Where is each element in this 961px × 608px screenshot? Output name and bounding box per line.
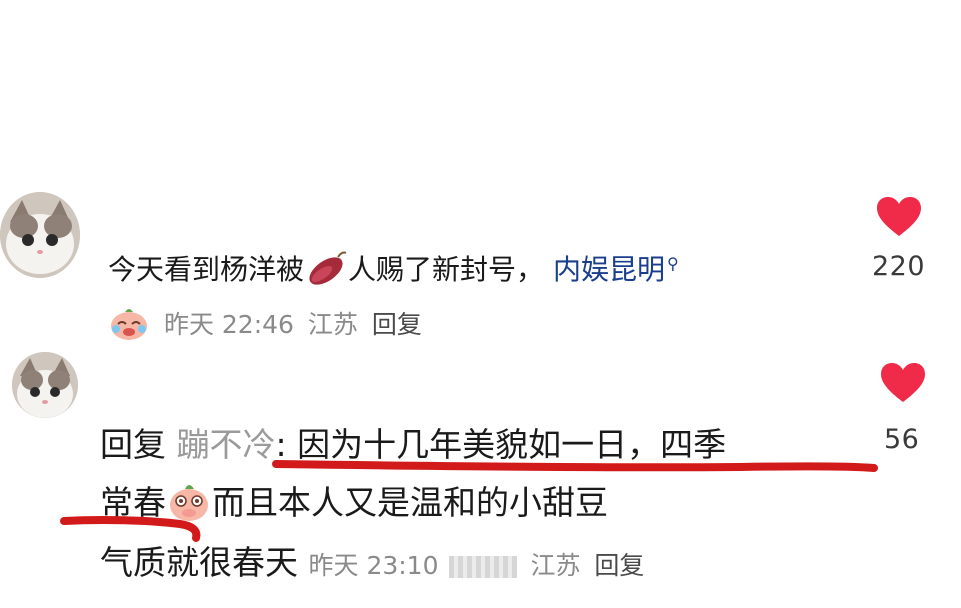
red-underline-annotation: [60, 460, 878, 542]
